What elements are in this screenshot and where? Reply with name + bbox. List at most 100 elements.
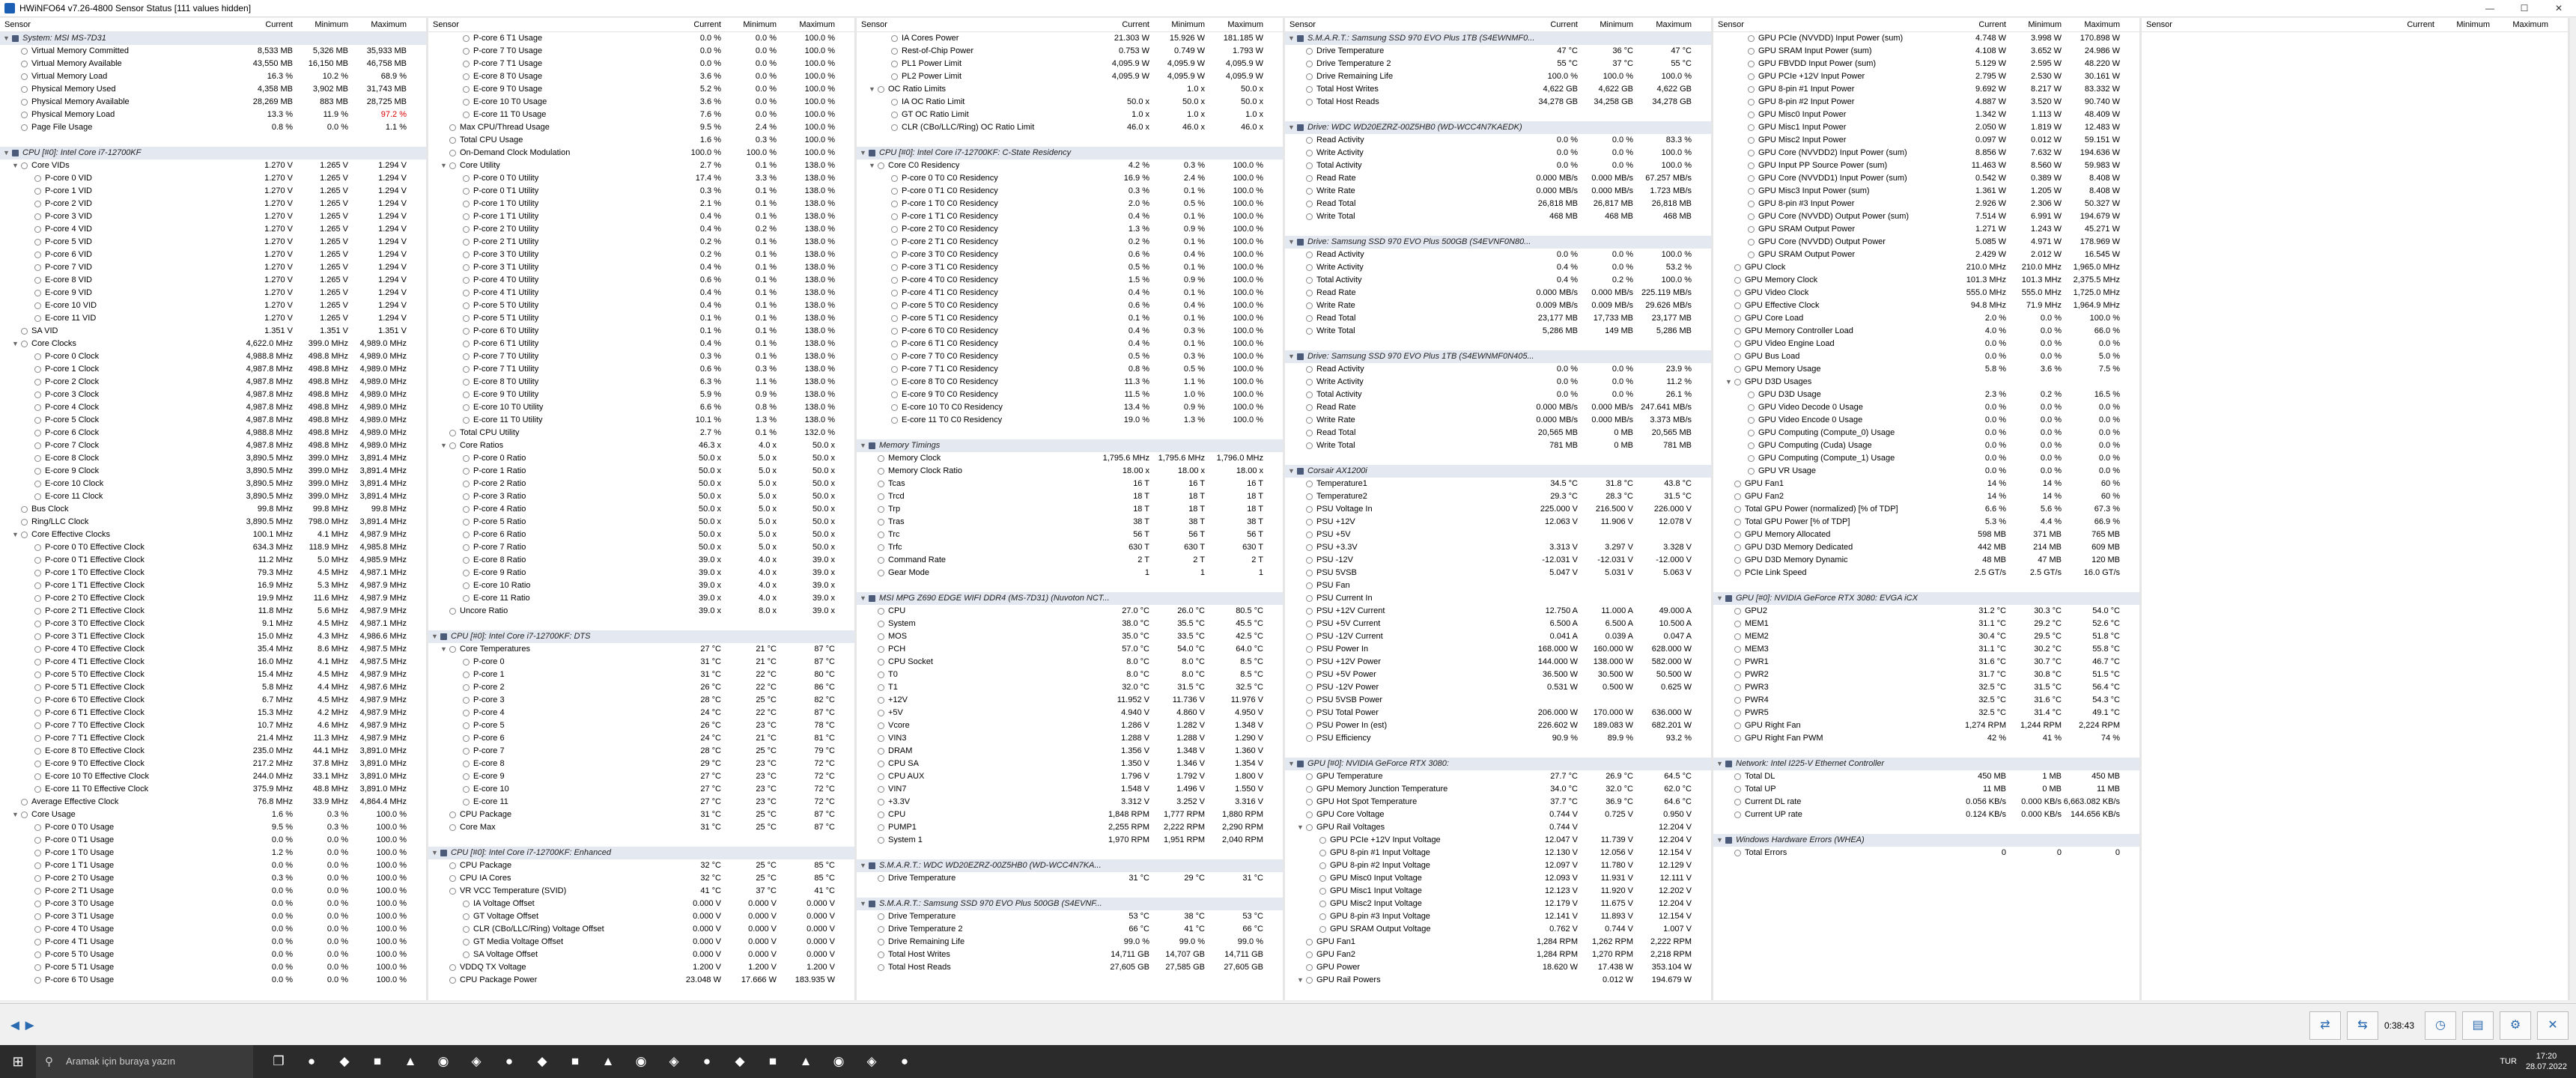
column-current[interactable]: Current — [1550, 20, 1578, 29]
sensor-row[interactable]: P-core 7 28 °C 25 °C 79 °C — [428, 745, 854, 758]
sensor-row[interactable]: Trfc 630 T 630 T 630 T — [857, 541, 1283, 554]
sensor-row[interactable]: GPU SRAM Output Voltage 0.762 V 0.744 V 1.0… — [1285, 923, 1711, 936]
sensor-group-header[interactable]: ▼ S.M.A.R.T.: WDC WD20EZRZ-00Z5HB0 (WD-WC… — [857, 859, 1283, 872]
sensor-row[interactable]: Trp 18 T 18 T 18 T — [857, 503, 1283, 516]
sensor-group-header[interactable]: ▼ GPU [#0]: NVIDIA GeForce RTX 3080: — [1285, 758, 1711, 770]
sensor-row[interactable]: SA Voltage Offset 0.000 V 0.000 V 0.000 V — [428, 948, 854, 961]
sensor-row[interactable]: PUMP1 2,255 RPM 2,222 RPM 2,290 RPM — [857, 821, 1283, 834]
sensor-row[interactable]: PSU +5V Power 36.500 W 30.500 W 50.500 W — [1285, 669, 1711, 681]
sensor-row[interactable]: GPU VR Usage 0.0 % 0.0 % 0.0 % — [1713, 465, 2139, 478]
close-button[interactable]: ✕ — [2542, 0, 2576, 16]
expand-chevron-icon[interactable]: ▼ — [869, 83, 876, 96]
sensor-row[interactable]: E-core 11 27 °C 23 °C 72 °C — [428, 796, 854, 808]
sensor-row[interactable]: P-core 1 T0 Utility 2.1 % 0.1 % 138.0 % — [428, 198, 854, 210]
sensor-row[interactable]: P-core 2 Clock 4,987.8 MHz 498.8 MHz 4,989.… — [0, 376, 426, 389]
app-icon-11[interactable]: ◉ — [625, 1045, 657, 1078]
sensor-row[interactable]: Read Activity 0.0 % 0.0 % 83.3 % — [1285, 134, 1711, 147]
sensor-row[interactable]: GPU Misc3 Input Power (sum) 1.361 W 1.205 … — [1713, 185, 2139, 198]
sensor-group-header[interactable]: ▼ Windows Hardware Errors (WHEA) — [1713, 834, 2139, 847]
sensor-row[interactable]: GPU Memory Clock 101.3 MHz 101.3 MHz 2,375.… — [1713, 274, 2139, 287]
sensor-row[interactable]: GT Media Voltage Offset 0.000 V 0.000 V 0.0… — [428, 936, 854, 948]
sensor-row[interactable]: Core Max 31 °C 25 °C 87 °C — [428, 821, 854, 834]
sensor-row[interactable]: Total GPU Power [% of TDP] 5.3 % 4.4 % 66.9… — [1713, 516, 2139, 529]
sensor-row[interactable]: Drive Temperature 47 °C 36 °C 47 °C — [1285, 45, 1711, 58]
sensor-row[interactable]: Physical Memory Used 4,358 MB 3,902 MB 31,7… — [0, 83, 426, 96]
sensor-row[interactable]: P-core 7 Clock 4,987.8 MHz 498.8 MHz 4,989.… — [0, 439, 426, 452]
sensor-row[interactable]: GPU Computing (Compute_0) Usage 0.0 % 0.0 … — [1713, 427, 2139, 439]
language-indicator[interactable]: TUR — [2500, 1057, 2517, 1066]
sensor-row[interactable]: GPU Effective Clock 94.8 MHz 71.9 MHz 1,964… — [1713, 299, 2139, 312]
sensor-row[interactable]: +12V 11.952 V 11.736 V 11.976 V — [857, 694, 1283, 707]
sensor-row[interactable]: Read Total 23,177 MB 17,733 MB 23,177 MB — [1285, 312, 1711, 325]
sensor-row[interactable]: P-core 6 Clock 4,988.8 MHz 498.8 MHz 4,989.… — [0, 427, 426, 439]
sensor-row[interactable]: PCH 57.0 °C 54.0 °C 64.0 °C — [857, 643, 1283, 656]
sensor-row[interactable]: P-core 3 T1 Effective Clock 15.0 MHz 4.3 M… — [0, 630, 426, 643]
sensor-row[interactable]: P-core 4 24 °C 22 °C 87 °C — [428, 707, 854, 719]
sensor-row[interactable]: Virtual Memory Available 43,550 MB 16,150 … — [0, 58, 426, 70]
expand-chevron-icon[interactable]: ▼ — [1725, 376, 1733, 389]
sensor-row[interactable]: GPU PCIe +12V Input Power 2.795 W 2.530 W3… — [1713, 70, 2139, 83]
sensor-row[interactable]: Total UP 11 MB 0 MB 11 MB — [1713, 783, 2139, 796]
sensor-row[interactable]: ▼ GPU D3D Usages — [1713, 376, 2139, 389]
sensor-row[interactable]: E-core 9 Ratio 39.0 x 4.0 x 39.0 x — [428, 567, 854, 579]
sensor-row[interactable]: P-core 4 T1 Usage 0.0 % 0.0 % 100.0 % — [0, 936, 426, 948]
sensor-row[interactable]: CPU Package 32 °C 25 °C 85 °C — [428, 859, 854, 872]
sensor-row[interactable]: P-core 0 T0 Effective Clock 634.3 MHz 118.… — [0, 541, 426, 554]
sensor-row[interactable]: GPU Fan1 1,284 RPM 1,262 RPM 2,222 RPM — [1285, 936, 1711, 948]
sensor-row[interactable]: P-core 1 VID 1.270 V 1.265 V 1.294 V — [0, 185, 426, 198]
close-icon[interactable]: ✕ — [2537, 1011, 2569, 1040]
expand-chevron-icon[interactable]: ▼ — [1716, 758, 1724, 770]
app-icon-3[interactable]: ■ — [361, 1045, 394, 1078]
sensor-row[interactable]: P-core 7 T0 Usage 0.0 % 0.0 % 100.0 % — [428, 45, 854, 58]
sensor-row[interactable]: P-core 3 T1 Usage 0.0 % 0.0 % 100.0 % — [0, 910, 426, 923]
sensor-row[interactable]: P-core 0 VID 1.270 V 1.265 V 1.294 V — [0, 172, 426, 185]
sensor-group-header[interactable]: ▼ S.M.A.R.T.: Samsung SSD 970 EVO Plus 50… — [857, 898, 1283, 910]
sensor-row[interactable]: GPU Video Clock 555.0 MHz 555.0 MHz 1,725.0… — [1713, 287, 2139, 299]
sensor-row[interactable]: System 1 1,970 RPM 1,951 RPM 2,040 RPM — [857, 834, 1283, 847]
column-minimum[interactable]: Minimum — [315, 20, 348, 29]
column-maximum[interactable]: Maximum — [1656, 20, 1692, 29]
sensor-row[interactable]: Total CPU Usage 1.6 % 0.3 % 100.0 % — [428, 134, 854, 147]
sensor-row[interactable]: P-core 3 Clock 4,987.8 MHz 498.8 MHz 4,989.… — [0, 389, 426, 401]
column-maximum[interactable]: Maximum — [2084, 20, 2120, 29]
sensor-row[interactable]: Memory Clock Ratio 18.00 x 18.00 x 18.00 x — [857, 465, 1283, 478]
sensor-row[interactable]: E-core 10 Clock 3,890.5 MHz 399.0 MHz 3,891… — [0, 478, 426, 490]
expand-chevron-icon[interactable]: ▼ — [1716, 592, 1724, 605]
sensor-group-header[interactable]: ▼ S.M.A.R.T.: Samsung SSD 970 EVO Plus 1T… — [1285, 32, 1711, 45]
sensor-row[interactable]: GPU Input PP Source Power (sum) 11.463 W8… — [1713, 159, 2139, 172]
app-icon-9[interactable]: ■ — [559, 1045, 592, 1078]
sensor-row[interactable]: E-core 10 VID 1.270 V 1.265 V 1.294 V — [0, 299, 426, 312]
app-icon-15[interactable]: ■ — [756, 1045, 789, 1078]
sensor-row[interactable]: P-core 2 T1 Effective Clock 11.8 MHz 5.6 M… — [0, 605, 426, 618]
sensor-row[interactable]: Write Activity 0.4 % 0.0 % 53.2 % — [1285, 261, 1711, 274]
sensor-row[interactable]: Total Host Writes 14,711 GB 14,707 GB 14,71… — [857, 948, 1283, 961]
expand-chevron-icon[interactable]: ▼ — [440, 643, 448, 656]
sensor-row[interactable]: GPU Misc1 Input Voltage 12.123 V 11.920 V1… — [1285, 885, 1711, 898]
sensor-row[interactable]: P-core 2 T1 Utility 0.2 % 0.1 % 138.0 % — [428, 236, 854, 249]
expand-chevron-icon[interactable]: ▼ — [12, 529, 19, 541]
sensor-row[interactable]: P-core 0 T1 C0 Residency 0.3 % 0.1 % 100.0 … — [857, 185, 1283, 198]
sensor-row[interactable]: PSU Fan — [1285, 579, 1711, 592]
sensor-row[interactable]: GPU Computing (Compute_1) Usage 0.0 % 0.0 … — [1713, 452, 2139, 465]
sensor-row[interactable]: P-core 0 T1 Effective Clock 11.2 MHz 5.0 M… — [0, 554, 426, 567]
sensor-row[interactable]: P-core 6 Ratio 50.0 x 5.0 x 50.0 x — [428, 529, 854, 541]
taskbar-clock[interactable]: 17:20 28.07.2022 — [2526, 1051, 2567, 1072]
sensor-pane[interactable]: Sensor Current Minimum Maximum ▼ S.M.A.R.T.: … — [1285, 18, 1713, 1000]
sensor-pane[interactable]: Sensor Current Minimum Maximum P-core 6 T1 U… — [428, 18, 857, 1000]
sensor-row[interactable]: P-core 2 T1 Usage 0.0 % 0.0 % 100.0 % — [0, 885, 426, 898]
sensor-row[interactable]: P-core 4 Ratio 50.0 x 5.0 x 50.0 x — [428, 503, 854, 516]
sensor-row[interactable]: P-core 4 Clock 4,987.8 MHz 498.8 MHz 4,989.… — [0, 401, 426, 414]
sensor-row[interactable]: GPU Core (NVVDD1) Input Power (sum) 0.542… — [1713, 172, 2139, 185]
sensor-row[interactable]: Write Rate 0.000 MB/s 0.000 MB/s 1.723 MB/s — [1285, 185, 1711, 198]
sensor-row[interactable]: Virtual Memory Committed 8,533 MB 5,326 MB… — [0, 45, 426, 58]
sensor-row[interactable]: VDDQ TX Voltage 1.200 V 1.200 V 1.200 V — [428, 961, 854, 974]
sensor-row[interactable]: E-core 11 Ratio 39.0 x 4.0 x 39.0 x — [428, 592, 854, 605]
sensor-row[interactable]: P-core 5 Clock 4,987.8 MHz 498.8 MHz 4,989.… — [0, 414, 426, 427]
sensor-row[interactable]: Trcd 18 T 18 T 18 T — [857, 490, 1283, 503]
sensor-row[interactable]: E-core 10 T0 Usage 3.6 % 0.0 % 100.0 % — [428, 96, 854, 109]
sensor-row[interactable]: Drive Temperature 2 66 °C 41 °C 66 °C — [857, 923, 1283, 936]
sensor-row[interactable]: GT Voltage Offset 0.000 V 0.000 V 0.000 V — [428, 910, 854, 923]
sensor-row[interactable]: P-core 7 T0 Effective Clock 10.7 MHz 4.6 M… — [0, 719, 426, 732]
app-icon-14[interactable]: ◆ — [723, 1045, 756, 1078]
sensor-row[interactable]: Read Rate 0.000 MB/s 0.000 MB/s 225.119 MB/… — [1285, 287, 1711, 299]
